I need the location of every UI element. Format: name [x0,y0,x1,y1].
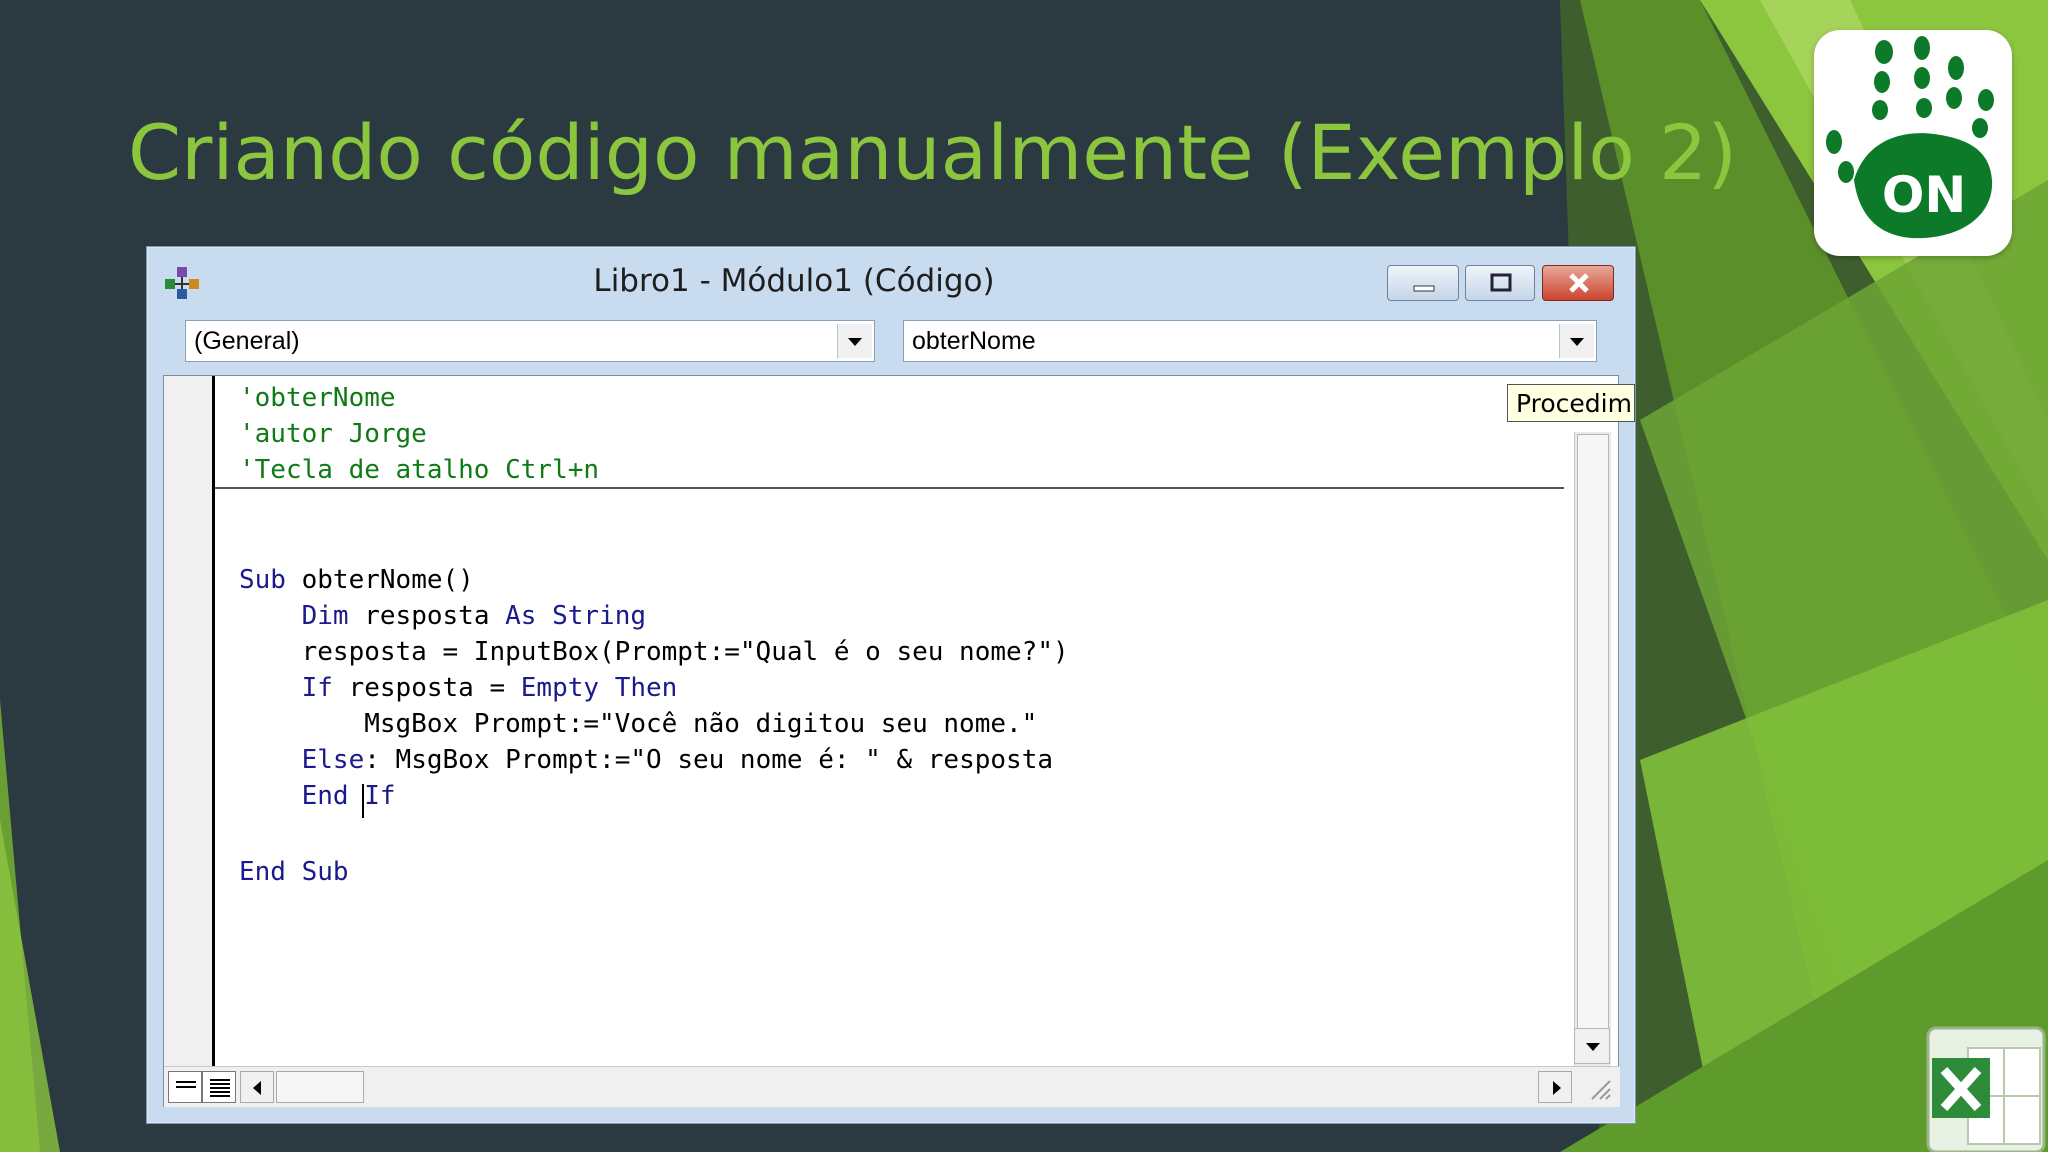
vertical-scroll-thumb[interactable] [1577,434,1609,1034]
scroll-left-button[interactable] [240,1071,274,1103]
code-line[interactable]: Sub obterNome() [239,562,474,598]
arrow-down-icon [1586,1043,1600,1051]
logo-on-text: ON [1882,166,1966,224]
hand-print-icon: ON [1826,36,1994,239]
object-combo-value: (General) [194,327,300,355]
excel-logo-icon [1926,1026,2046,1152]
code-text: obterNome() [285,565,474,595]
scroll-right-button[interactable] [1538,1071,1572,1103]
code-line[interactable]: 'obterNome [239,380,396,416]
code-line[interactable]: resposta = InputBox(Prompt:="Qual é o se… [239,634,1069,670]
resize-grip-icon[interactable] [1580,1071,1614,1103]
code-keyword: As String [505,601,647,631]
code-text: MsgBox Prompt:="Você não digitou seu nom… [239,709,1038,739]
code-keyword: Else [301,745,365,775]
code-text: resposta [348,601,506,631]
window-title: Libro1 - Módulo1 (Código) [593,263,995,299]
horizontal-scroll-thumb[interactable] [276,1071,364,1103]
minimize-button[interactable] [1387,265,1459,301]
arrow-right-icon [1553,1081,1561,1095]
chevron-down-icon [1570,338,1584,346]
code-line[interactable]: End If [239,778,396,814]
margin-indicator-bar[interactable] [164,376,215,1066]
full-module-view-button[interactable] [202,1071,236,1103]
procedure-combo[interactable]: obterNome [903,320,1597,362]
code-keyword: End If [301,781,396,811]
code-text: resposta = [332,673,521,703]
code-comment: 'obterNome [239,383,396,413]
code-line[interactable]: 'autor Jorge [239,416,427,452]
code-line[interactable]: End Sub [239,854,349,890]
code-keyword: If [301,673,333,703]
code-line[interactable]: 'Tecla de atalho Ctrl+n [239,452,599,488]
close-button[interactable] [1542,265,1614,301]
arrow-left-icon [253,1081,261,1095]
code-keyword: Empty Then [520,673,678,703]
restore-icon [1490,273,1512,292]
procedure-combo-value: obterNome [912,327,1036,355]
code-keyword: Dim [301,601,349,631]
minimize-icon [1413,285,1435,292]
code-text: resposta = InputBox(Prompt:="Qual é o se… [239,637,1069,667]
scroll-down-button[interactable] [1574,1028,1610,1064]
hand-on-logo: ON [1814,30,2012,256]
full-module-view-icon [210,1079,230,1097]
code-comment: 'Tecla de atalho Ctrl+n [239,455,600,485]
code-text: : MsgBox Prompt:="O seu nome é: " & resp… [364,745,1053,775]
procedure-view-button[interactable] [168,1071,202,1103]
close-icon [1569,273,1589,293]
procedure-tooltip: Procedimie [1507,384,1635,422]
window-titlebar[interactable]: Libro1 - Módulo1 (Código) [147,247,1635,307]
code-keyword: Sub [239,565,286,595]
code-area[interactable]: 'obterNome 'autor Jorge 'Tecla de atalho C… [215,376,1564,1066]
object-combo[interactable]: (General) [185,320,875,362]
code-line[interactable]: Dim resposta As String [239,598,646,634]
code-line[interactable]: MsgBox Prompt:="Você não digitou seu nom… [239,706,1037,742]
editor-bottom-bar [164,1066,1620,1107]
procedure-combo-dropdown-button[interactable] [1559,324,1594,358]
procedure-view-icon [176,1081,196,1088]
slide-title: Criando código manualmente (Exemplo 2) [128,108,1738,197]
object-combo-dropdown-button[interactable] [837,324,872,358]
code-comment: 'autor Jorge [239,419,427,449]
vba-code-window: Libro1 - Módulo1 (Código) (General) obte… [146,246,1636,1124]
restore-button[interactable] [1465,265,1535,301]
vertical-scrollbar[interactable] [1574,432,1611,1066]
chevron-down-icon [848,338,862,346]
code-line[interactable]: If resposta = Empty Then [239,670,678,706]
code-keyword: End Sub [239,857,349,887]
code-editor[interactable]: 'obterNome 'autor Jorge 'Tecla de atalho C… [163,375,1635,1107]
code-line[interactable]: Else: MsgBox Prompt:="O seu nome é: " & … [239,742,1053,778]
